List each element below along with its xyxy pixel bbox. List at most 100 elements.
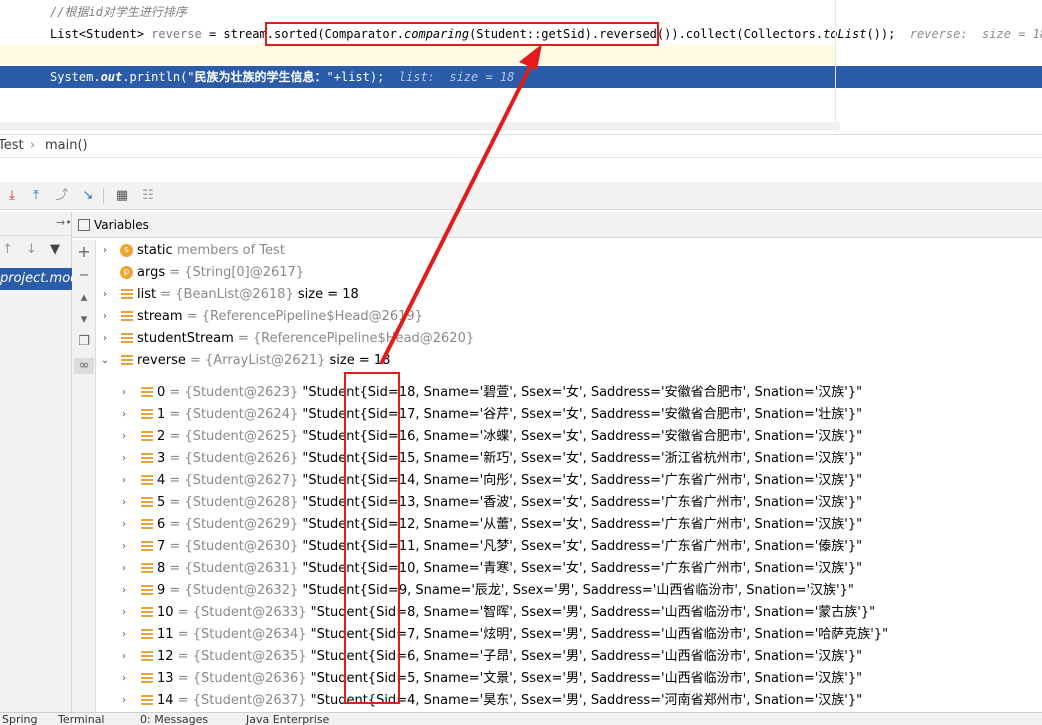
code-system: System. — [50, 70, 101, 84]
expand-arrow-icon[interactable]: › — [99, 284, 111, 306]
drop-frame-icon[interactable]: ⤴ — [54, 188, 70, 204]
expand-arrow-icon[interactable]: ⌄ — [99, 350, 111, 372]
list-element-row[interactable]: › 4 = {Student@2627} "Student{Sid=14, Sna… — [96, 470, 1042, 492]
element-text: 1 = {Student@2624} "Student{Sid=17, Snam… — [157, 404, 862, 426]
code-editor[interactable]: //根据id对学生进行排序 List<Student> reverse = st… — [0, 0, 1042, 132]
filter-icon[interactable]: ▼ — [50, 242, 60, 257]
breadcrumb-class[interactable]: Test — [0, 135, 24, 157]
expand-arrow-icon[interactable]: › — [99, 240, 111, 262]
element-icon — [141, 409, 153, 420]
variable-value: size = 18 — [293, 287, 359, 302]
element-ref: = {Student@2629} — [165, 517, 299, 532]
variable-row[interactable]: › s static members of Test — [96, 240, 1042, 262]
run-to-cursor-icon[interactable]: ↘ — [80, 188, 96, 204]
variable-name: stream — [137, 309, 183, 324]
expand-arrow-icon[interactable]: › — [118, 558, 130, 580]
list-element-row[interactable]: › 7 = {Student@2630} "Student{Sid=11, Sna… — [96, 536, 1042, 558]
expand-arrow-icon[interactable]: › — [118, 426, 130, 448]
expand-arrow-icon[interactable]: › — [99, 328, 111, 350]
variable-row[interactable]: › studentStream = {ReferencePipeline$Head… — [96, 328, 1042, 350]
list-element-row[interactable]: › 2 = {Student@2625} "Student{Sid=16, Sna… — [96, 426, 1042, 448]
element-icon — [141, 475, 153, 486]
tab-java-enterprise[interactable]: Java Enterprise — [246, 713, 329, 725]
element-ref: = {Student@2625} — [165, 429, 299, 444]
breadcrumb-method[interactable]: main() — [45, 135, 88, 157]
expand-arrow-icon[interactable]: › — [118, 382, 130, 404]
remove-watch-icon[interactable]: − — [76, 268, 92, 284]
move-up-icon[interactable]: ▴ — [76, 290, 92, 306]
element-icon — [141, 453, 153, 464]
element-icon — [141, 497, 153, 508]
expand-arrow-icon[interactable]: › — [118, 492, 130, 514]
copy-icon[interactable]: ❐ — [76, 334, 92, 350]
element-index: 13 — [157, 671, 174, 686]
trace-icon[interactable]: ☷ — [140, 188, 156, 204]
list-element-row[interactable]: › 12 = {Student@2635} "Student{Sid=6, Sna… — [96, 646, 1042, 668]
expand-arrow-icon[interactable]: › — [99, 306, 111, 328]
list-element-row[interactable]: › 6 = {Student@2629} "Student{Sid=12, Sna… — [96, 514, 1042, 536]
variable-row[interactable]: › stream = {ReferencePipeline$Head@2619} — [96, 306, 1042, 328]
element-text: 5 = {Student@2628} "Student{Sid=13, Snam… — [157, 492, 862, 514]
pin-icon[interactable]: →• — [56, 216, 72, 229]
selected-frame[interactable]: project.model) — [0, 268, 72, 290]
step-into-icon[interactable]: ⤓ — [4, 188, 20, 204]
element-text: 9 = {Student@2632} "Student{Sid=9, Sname… — [157, 580, 854, 602]
element-index: 11 — [157, 627, 174, 642]
expand-arrow-icon[interactable]: › — [118, 404, 130, 426]
list-element-row[interactable]: › 10 = {Student@2633} "Student{Sid=8, Sna… — [96, 602, 1042, 624]
element-ref: = {Student@2632} — [165, 583, 299, 598]
expand-arrow-icon[interactable]: › — [118, 602, 130, 624]
expand-arrow-icon[interactable]: › — [118, 690, 130, 712]
variable-row[interactable]: › list = {BeanList@2618} size = 18 — [96, 284, 1042, 306]
list-element-row[interactable]: › 14 = {Student@2637} "Student{Sid=4, Sna… — [96, 690, 1042, 712]
variable-ref: = {ReferencePipeline$Head@2620} — [233, 331, 475, 346]
tab-terminal[interactable]: Terminal — [58, 713, 105, 725]
list-element-row[interactable]: › 3 = {Student@2626} "Student{Sid=15, Sna… — [96, 448, 1042, 470]
evaluate-expression-icon[interactable]: ▦ — [114, 188, 130, 204]
inline-value-hint-list: list: size = 18 — [398, 70, 515, 84]
current-line-highlight — [0, 44, 836, 64]
tab-spring[interactable]: Spring — [2, 713, 38, 725]
variables-tree[interactable]: › s static members of Test p args = {String[… — [96, 240, 1042, 712]
expand-arrow-icon[interactable]: › — [118, 448, 130, 470]
expand-arrow-icon[interactable]: › — [118, 536, 130, 558]
expand-arrow-icon[interactable]: › — [118, 668, 130, 690]
step-out-icon[interactable]: ⤒ — [28, 188, 44, 204]
variable-text: stream = {ReferencePipeline$Head@2619} — [137, 306, 423, 328]
add-watch-icon[interactable]: + — [76, 244, 92, 260]
element-ref: = {Student@2634} — [173, 627, 307, 642]
list-element-row[interactable]: › 11 = {Student@2634} "Student{Sid=7, Sna… — [96, 624, 1042, 646]
list-element-row[interactable]: › 0 = {Student@2623} "Student{Sid=18, Sna… — [96, 382, 1042, 404]
list-element-row[interactable]: › 8 = {Student@2631} "Student{Sid=10, Sna… — [96, 558, 1042, 580]
glasses-icon[interactable]: ∞ — [74, 358, 94, 374]
variable-text: studentStream = {ReferencePipeline$Head@… — [137, 328, 474, 350]
variable-row[interactable]: p args = {String[0]@2617} — [96, 262, 1042, 284]
expand-arrow-icon[interactable]: › — [118, 470, 130, 492]
code-println-end: "+list); — [326, 70, 385, 84]
move-down-icon[interactable]: ▾ — [76, 312, 92, 328]
debugger-toolbar: ⤓ ⤒ ⤴ ↘ ▦ ☷ — [0, 182, 1042, 210]
element-icon — [141, 431, 153, 442]
element-text: 12 = {Student@2635} "Student{Sid=6, Snam… — [157, 646, 862, 668]
list-element-row[interactable]: › 13 = {Student@2636} "Student{Sid=5, Sna… — [96, 668, 1042, 690]
tab-messages[interactable]: 0: Messages — [140, 713, 208, 725]
element-icon — [141, 651, 153, 662]
element-index: 12 — [157, 649, 174, 664]
up-arrow-icon[interactable]: ↑ — [2, 242, 13, 257]
list-element-row[interactable]: › 9 = {Student@2632} "Student{Sid=9, Snam… — [96, 580, 1042, 602]
variable-row[interactable]: ⌄ reverse = {ArrayList@2621} size = 18 — [96, 350, 1042, 372]
expand-arrow-icon[interactable]: › — [118, 580, 130, 602]
element-icon — [141, 563, 153, 574]
list-element-row[interactable]: › 5 = {Student@2628} "Student{Sid=13, Sna… — [96, 492, 1042, 514]
code-line-println[interactable]: System.out.println("民族为壮族的学生信息："+list); … — [50, 67, 514, 87]
list-element-row[interactable]: › 1 = {Student@2624} "Student{Sid=17, Sna… — [96, 404, 1042, 426]
code-tolist: toList — [823, 27, 867, 41]
variable-name: list — [137, 287, 157, 302]
element-icon — [141, 629, 153, 640]
down-arrow-icon[interactable]: ↓ — [26, 242, 37, 257]
expand-arrow-icon[interactable]: › — [118, 646, 130, 668]
expand-arrow-icon[interactable]: › — [118, 624, 130, 646]
editor-horizontal-scrollbar[interactable] — [0, 122, 840, 130]
variables-title: Variables — [94, 218, 149, 232]
expand-arrow-icon[interactable]: › — [118, 514, 130, 536]
